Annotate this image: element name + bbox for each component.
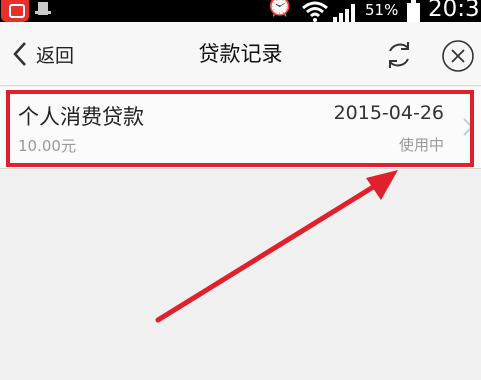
page-title: 贷款记录	[198, 42, 283, 66]
loan-record-item[interactable]: 个人消费贷款 2015-04-26 10.00元 使用中	[0, 87, 481, 169]
alarm-icon: ⏰	[266, 0, 294, 18]
close-icon[interactable]	[441, 39, 475, 73]
status-bar: ⏰ 51% 20:38	[0, 0, 481, 22]
chevron-left-icon	[8, 39, 32, 69]
loan-record-list: 个人消费贷款 2015-04-26 10.00元 使用中	[0, 87, 481, 169]
app-icon	[1, 0, 29, 22]
refresh-icon[interactable]	[382, 38, 416, 72]
back-button[interactable]: 返回	[8, 36, 98, 72]
wifi-icon	[302, 1, 328, 22]
highlight-box	[6, 90, 474, 167]
back-label: 返回	[36, 44, 75, 67]
signal-icon	[333, 2, 359, 22]
clock: 20:38	[428, 0, 481, 22]
nav-header: 返回 贷款记录	[0, 22, 481, 86]
sim-icon	[35, 2, 51, 15]
battery-icon	[407, 0, 420, 22]
battery-percent: 51%	[365, 1, 399, 19]
